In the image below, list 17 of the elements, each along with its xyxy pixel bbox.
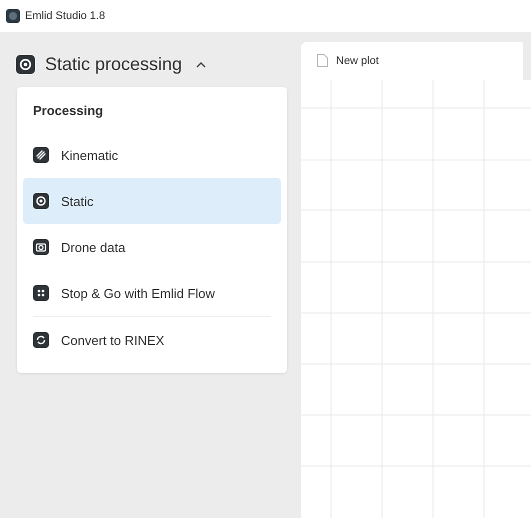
menu-item[interactable]: Stop & Go with Emlid Flow [23, 270, 281, 316]
dots-icon [33, 285, 49, 301]
menu-item[interactable]: Drone data [23, 224, 281, 270]
target-icon [16, 55, 35, 74]
document-icon [317, 54, 328, 68]
menu-item[interactable]: Static [23, 178, 281, 224]
menu-item[interactable]: Convert to RINEX [23, 317, 281, 363]
camera-icon [33, 239, 49, 255]
refresh-icon [33, 332, 49, 348]
menu-item[interactable]: Kinematic [23, 132, 281, 178]
mode-selector[interactable]: Static processing [0, 42, 206, 87]
lines-icon [33, 147, 49, 163]
app-icon [6, 9, 20, 23]
window-title: Emlid Studio 1.8 [25, 10, 106, 22]
menu-heading: Processing [32, 102, 104, 120]
plot-tab[interactable]: New plot [301, 42, 523, 80]
target-icon [33, 193, 49, 209]
